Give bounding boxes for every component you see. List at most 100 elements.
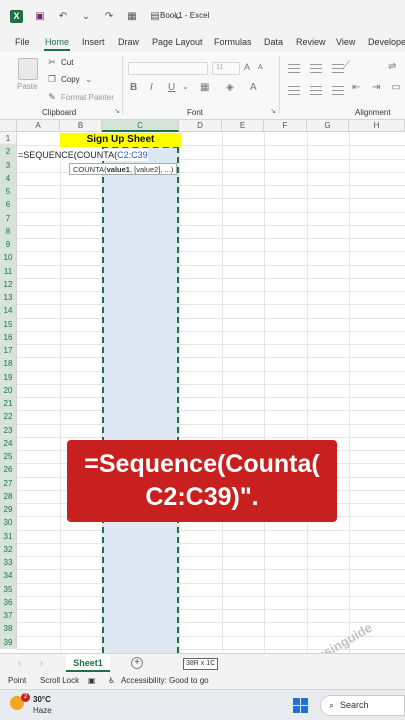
row-header[interactable]: 4 (0, 171, 17, 185)
row-header[interactable]: 17 (0, 344, 17, 358)
undo-dropdown-icon[interactable]: ⌄ (80, 10, 92, 22)
row-header[interactable]: 24 (0, 436, 17, 450)
row-header[interactable]: 20 (0, 383, 17, 397)
align-right-icon[interactable] (332, 86, 344, 95)
row-header[interactable]: 14 (0, 304, 17, 318)
row-header[interactable]: 19 (0, 370, 17, 384)
tab-review[interactable]: Review (296, 37, 326, 47)
weather-condition[interactable]: Haze (33, 706, 52, 715)
grow-font-icon[interactable]: A (244, 62, 250, 72)
row-header[interactable]: 33 (0, 556, 17, 570)
font-color-icon[interactable]: A (250, 82, 257, 93)
paste-icon[interactable] (18, 58, 38, 80)
row-header[interactable]: 36 (0, 595, 17, 609)
windows-start-icon[interactable] (293, 698, 308, 713)
font-size-box[interactable]: 11 (212, 62, 240, 75)
bold-button[interactable]: B (130, 82, 137, 93)
undo-icon[interactable]: ↶ (57, 10, 69, 22)
tab-page-layout[interactable]: Page Layout (152, 37, 203, 47)
row-header[interactable]: 10 (0, 251, 17, 265)
chevron-down-icon[interactable]: ⌄ (182, 82, 189, 91)
tab-data[interactable]: Data (264, 37, 283, 47)
italic-button[interactable]: I (150, 82, 153, 93)
align-middle-icon[interactable] (310, 64, 322, 73)
status-accessibility[interactable]: Accessibility: Good to go (121, 676, 209, 685)
column-header-a[interactable]: A (17, 120, 60, 132)
shrink-font-icon[interactable]: A (258, 64, 263, 71)
chevron-right-icon[interactable]: › (40, 658, 43, 668)
tab-formulas[interactable]: Formulas (214, 37, 252, 47)
row-header[interactable]: 29 (0, 503, 17, 517)
sheet-tab-sheet1[interactable]: Sheet1 (66, 654, 110, 672)
merge-center-icon[interactable]: ▭ (391, 82, 400, 93)
row-header[interactable]: 30 (0, 516, 17, 530)
underline-button[interactable]: U (168, 82, 175, 93)
row-header[interactable]: 2 (0, 145, 17, 159)
row-header[interactable]: 37 (0, 609, 17, 623)
align-center-icon[interactable] (310, 86, 322, 95)
column-header-c[interactable]: C (102, 120, 179, 132)
cut-button[interactable]: ✂ Cut (47, 57, 73, 68)
column-header-f[interactable]: F (264, 120, 307, 132)
dialog-launcher-icon[interactable]: ↘ (268, 107, 278, 115)
column-header-b[interactable]: B (60, 120, 102, 132)
copy-button[interactable]: ❐ Copy ⌄ (47, 74, 94, 85)
increase-indent-icon[interactable]: ⇥ (372, 82, 380, 93)
row-header[interactable]: 1 (0, 132, 17, 146)
row-header[interactable]: 31 (0, 529, 17, 543)
column-header-d[interactable]: D (179, 120, 222, 132)
worksheet-grid[interactable]: A B C D E F G H 1 2 3 4 5 6 7 8 9 10 11 12 13 14 15 16 1… (0, 120, 405, 653)
paste-button-label[interactable]: Paste (17, 82, 37, 91)
borders-icon[interactable]: ▦ (200, 82, 209, 93)
row-header[interactable]: 38 (0, 622, 17, 636)
row-header[interactable]: 8 (0, 224, 17, 238)
row-header[interactable]: 11 (0, 264, 17, 278)
row-header[interactable]: 21 (0, 397, 17, 411)
row-header[interactable]: 6 (0, 198, 17, 212)
insert-picture-icon[interactable]: ▦ (126, 10, 138, 22)
row-header[interactable]: 23 (0, 423, 17, 437)
select-all-corner[interactable] (0, 120, 17, 132)
cell-b1-title[interactable]: Sign Up Sheet (60, 133, 181, 147)
row-header[interactable]: 9 (0, 238, 17, 252)
row-header[interactable]: 25 (0, 450, 17, 464)
row-header[interactable]: 3 (0, 158, 17, 172)
macro-record-icon[interactable]: ▣ (88, 676, 96, 685)
save-icon[interactable]: ▣ (34, 10, 46, 22)
tab-file[interactable]: File (15, 37, 30, 47)
align-top-icon[interactable] (288, 64, 300, 73)
row-header[interactable]: 26 (0, 463, 17, 477)
taskbar-search[interactable]: ⌕ Search (320, 695, 405, 716)
row-header[interactable]: 13 (0, 291, 17, 305)
row-header[interactable]: 16 (0, 330, 17, 344)
font-name-box[interactable] (128, 62, 208, 75)
row-header[interactable]: 18 (0, 357, 17, 371)
tab-insert[interactable]: Insert (82, 37, 105, 47)
tab-developer[interactable]: Develope (368, 37, 405, 47)
tab-home[interactable]: Home (45, 37, 69, 47)
redo-icon[interactable]: ↷ (103, 10, 115, 22)
selected-range-c2-c39[interactable] (102, 147, 179, 653)
tab-view[interactable]: View (336, 37, 355, 47)
row-header[interactable]: 7 (0, 211, 17, 225)
column-header-h[interactable]: H (349, 120, 405, 132)
row-header[interactable]: 35 (0, 582, 17, 596)
weather-temperature[interactable]: 30°C (33, 695, 51, 704)
function-tooltip[interactable]: COUNTA(value1, [value2], ...) (69, 163, 178, 175)
chevron-left-icon[interactable]: ‹ (18, 658, 21, 668)
row-header[interactable]: 27 (0, 476, 17, 490)
row-header[interactable]: 39 (0, 635, 17, 649)
row-header[interactable]: 34 (0, 569, 17, 583)
row-header[interactable]: 15 (0, 317, 17, 331)
orientation-icon[interactable]: ⟋ (343, 60, 350, 71)
add-sheet-icon[interactable]: + (131, 657, 143, 669)
fill-color-icon[interactable]: ◈ (226, 82, 234, 93)
row-header[interactable]: 32 (0, 542, 17, 556)
align-left-icon[interactable] (288, 86, 300, 95)
decrease-indent-icon[interactable]: ⇤ (352, 82, 360, 93)
row-header[interactable]: 22 (0, 410, 17, 424)
tab-draw[interactable]: Draw (118, 37, 139, 47)
row-header[interactable]: 28 (0, 489, 17, 503)
row-header[interactable]: 5 (0, 185, 17, 199)
cell-a2-edit[interactable]: =SEQUENCE(COUNTA(C2:C39 (17, 149, 148, 161)
